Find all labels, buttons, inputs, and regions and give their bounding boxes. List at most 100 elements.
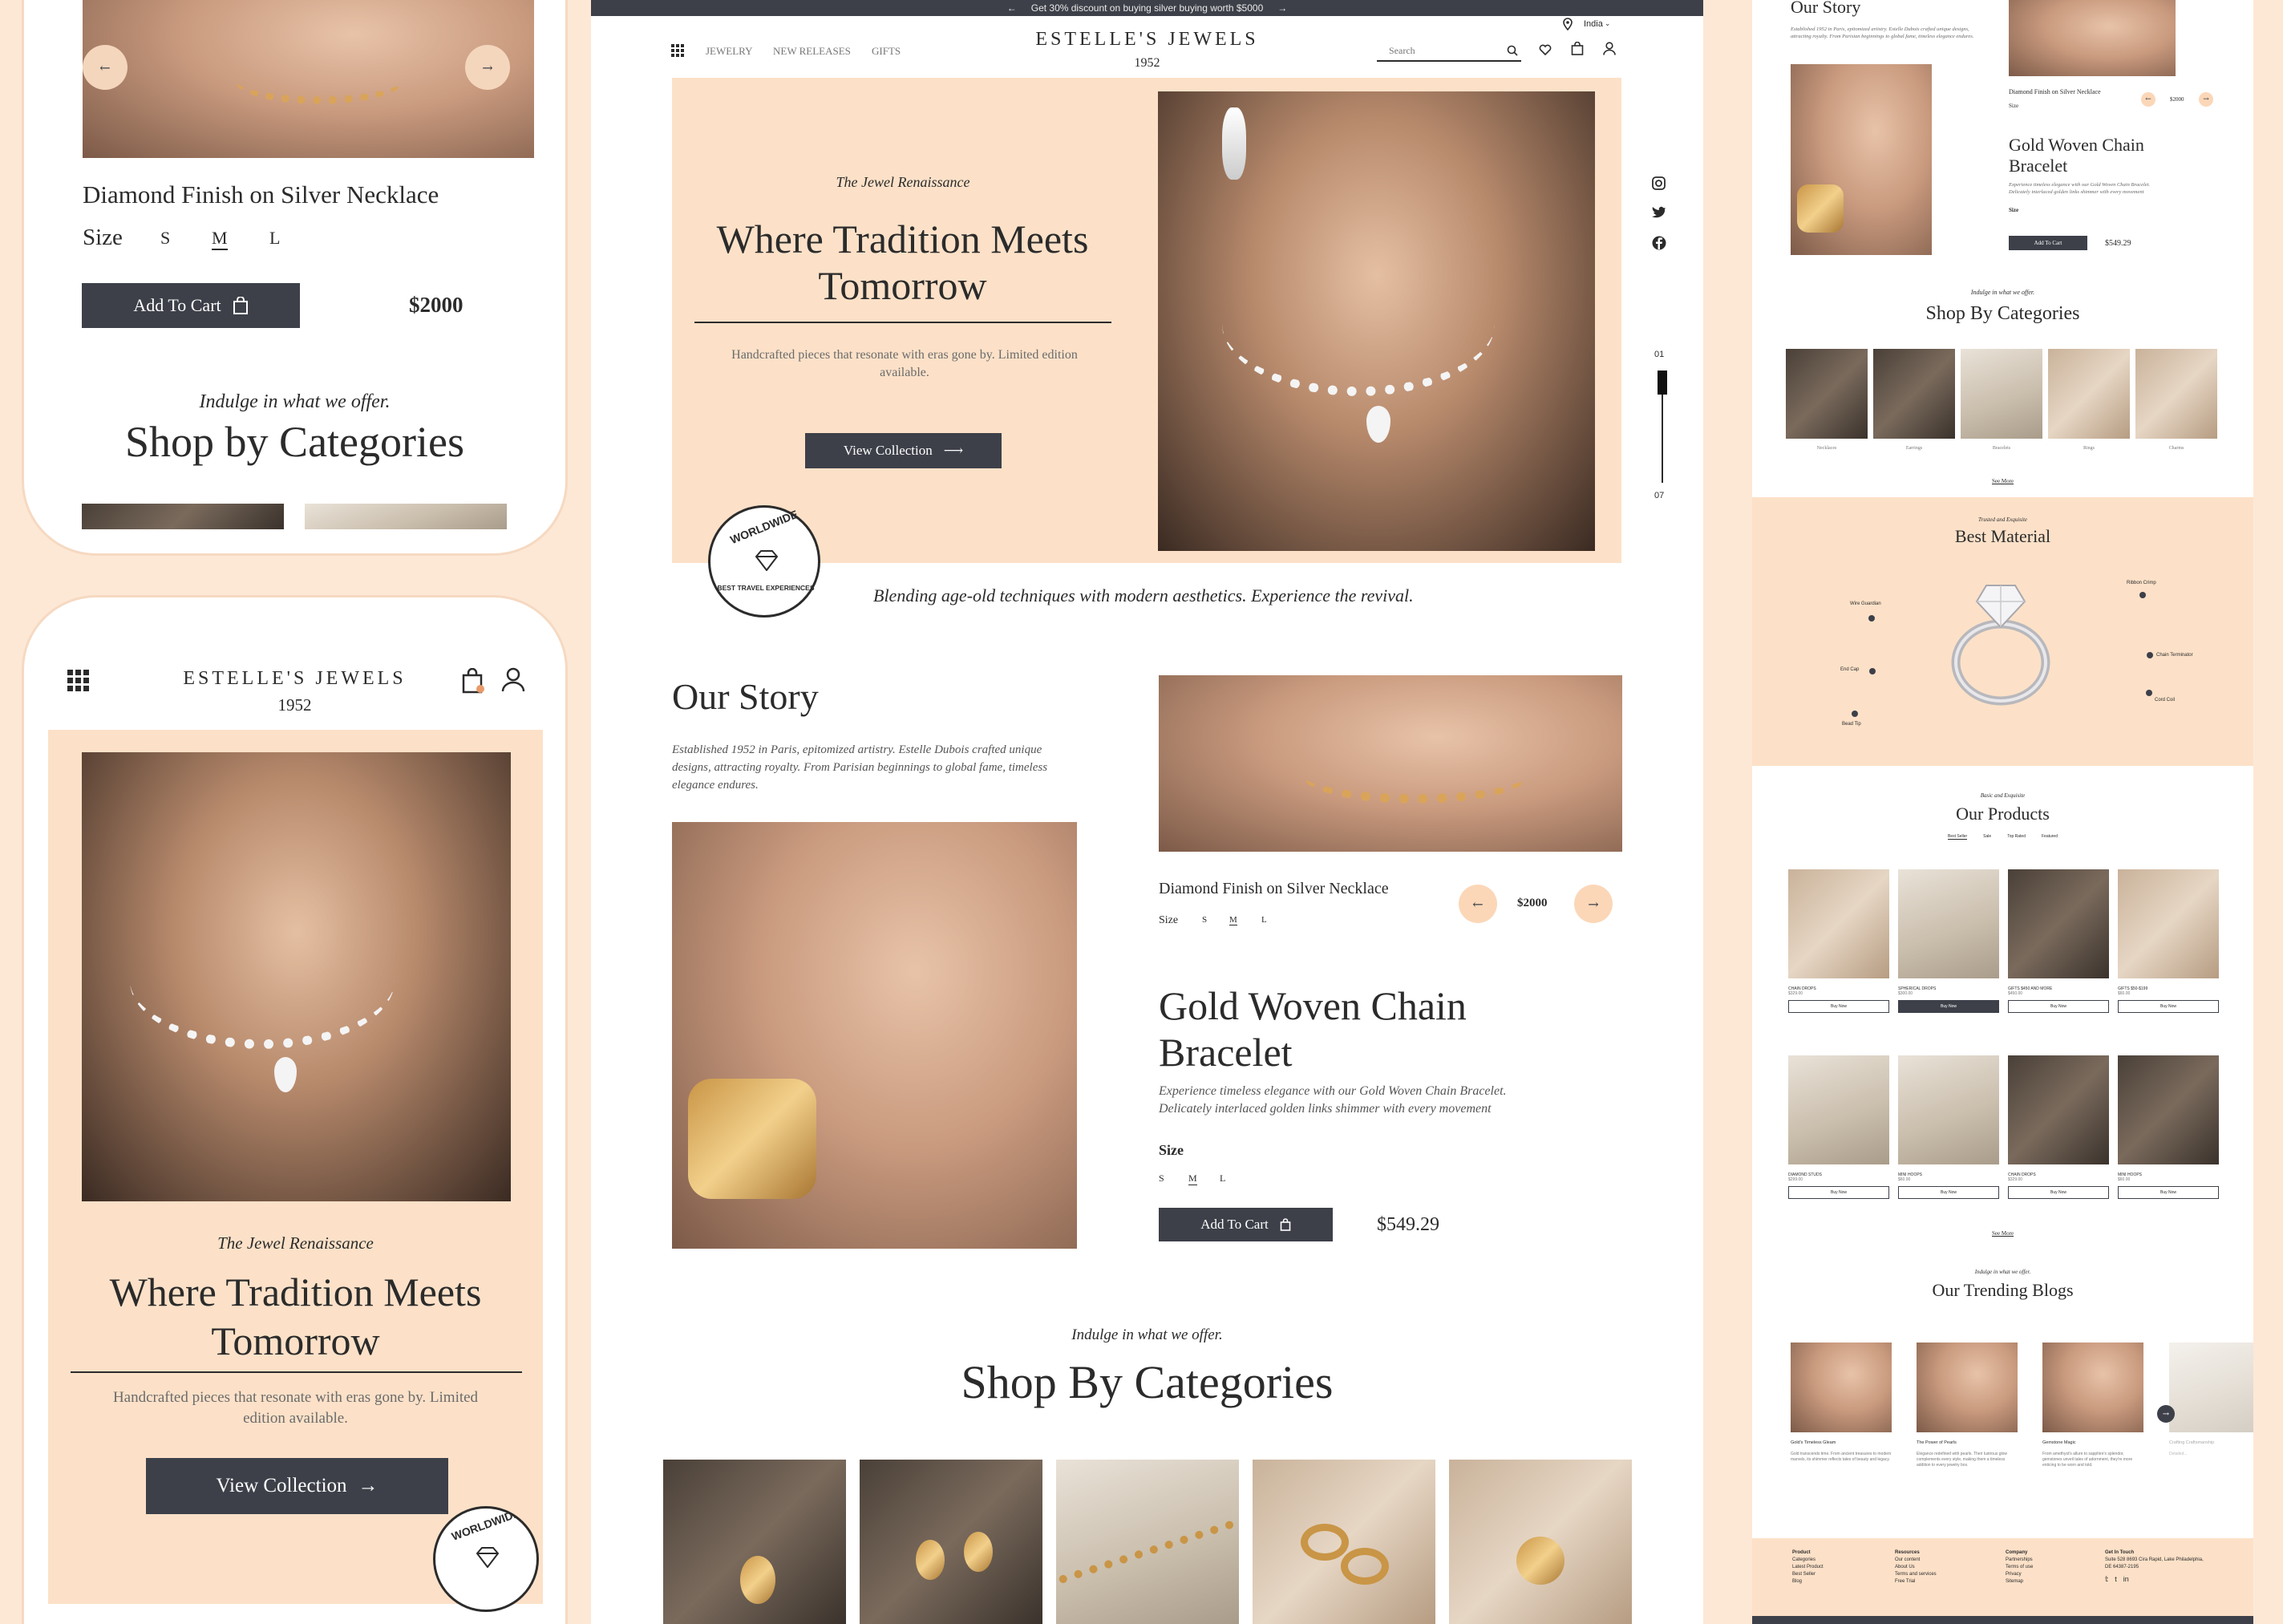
announcement-next-icon[interactable]: →	[1277, 2, 1287, 14]
product-size-l[interactable]: L	[1220, 1172, 1225, 1185]
mini-add-to-cart[interactable]: Add To Cart	[2009, 236, 2087, 250]
twitter-icon[interactable]	[1652, 206, 1666, 218]
nav-gifts[interactable]: GIFTS	[872, 45, 901, 58]
products-see-more[interactable]: See More	[1752, 1230, 2253, 1237]
slide-progress-thumb[interactable]	[1658, 371, 1667, 395]
footer-link[interactable]: Blog	[1792, 1578, 1824, 1586]
blog-image-3[interactable]	[2042, 1343, 2143, 1432]
category-rings[interactable]	[1253, 1460, 1435, 1624]
category-necklaces[interactable]	[663, 1460, 846, 1624]
desktop-cart-icon[interactable]	[1571, 42, 1584, 55]
hero-image	[1158, 91, 1595, 551]
hero-necklace-detail	[1222, 252, 1495, 396]
category-bracelets[interactable]	[1056, 1460, 1239, 1624]
blog-image-4[interactable]	[2169, 1343, 2253, 1432]
footer-twitter-icon[interactable]: 𝕥	[2105, 1576, 2108, 1583]
mini-cat-3[interactable]	[1961, 349, 2042, 439]
footer-link[interactable]: Partnerships	[2006, 1557, 2033, 1564]
product-description: Experience timeless elegance with our Go…	[1159, 1084, 1507, 1116]
mini-cat-see-more[interactable]: See More	[1752, 478, 2253, 484]
product-card-3[interactable]: GIFTS $450 AND MORE $450.00 Buy Now	[2008, 869, 2109, 1013]
mini-cat-2[interactable]	[1873, 349, 1955, 439]
product-add-to-cart-button[interactable]: Add To Cart	[1159, 1208, 1333, 1241]
tab-best-seller[interactable]: Best Seller	[1947, 834, 1968, 840]
category-charms[interactable]	[1449, 1460, 1632, 1624]
product-card-4[interactable]: GIFTS $50-$199 $60.00 Buy Now	[2118, 869, 2219, 1013]
footer-link[interactable]: Our content	[1895, 1557, 1937, 1564]
nav-jewelry[interactable]: JEWELRY	[706, 45, 753, 58]
product-card-2[interactable]: SPHERICAL DROPS $300.00 Buy Now	[1898, 869, 1999, 1013]
mini-prev-button[interactable]: ←	[2141, 92, 2155, 107]
buy-now-button-3[interactable]: Buy Now	[2008, 1000, 2109, 1013]
tab-sale[interactable]: Sale	[1983, 834, 1991, 840]
product-image-7	[2008, 1055, 2109, 1164]
mini-cat-label-2: Earrings	[1905, 446, 1923, 451]
mobile-size-m[interactable]: M	[212, 228, 228, 250]
mini-cat-4[interactable]	[2048, 349, 2130, 439]
user-icon[interactable]	[501, 666, 525, 692]
footer-link[interactable]: Categories	[1792, 1557, 1824, 1564]
footer-link[interactable]: About Us	[1895, 1564, 1937, 1571]
mobile-view-collection-button[interactable]: View Collection →	[146, 1458, 448, 1514]
footer-link[interactable]: Sitemap	[2006, 1578, 2033, 1586]
footer-link[interactable]: Best Seller	[1792, 1571, 1824, 1578]
footer-link[interactable]: Free Trial	[1895, 1578, 1937, 1586]
product-size-s[interactable]: S	[1159, 1172, 1164, 1185]
add-to-cart-button[interactable]: Add To Cart	[82, 283, 300, 328]
view-collection-button[interactable]: View Collection ⟶	[805, 433, 1002, 468]
product-card-1[interactable]: CHAIN DROPS $329.00 Buy Now	[1788, 869, 1889, 1013]
product-card-7[interactable]: CHAIN DROPS $329.00 Buy Now	[2008, 1055, 2109, 1199]
search-icon[interactable]	[1507, 45, 1518, 56]
footer-linkedin-icon[interactable]: in	[2123, 1576, 2129, 1583]
desktop-user-icon[interactable]	[1603, 42, 1616, 55]
mobile-size-s[interactable]: S	[160, 228, 170, 249]
search-bar[interactable]	[1377, 42, 1521, 62]
category-earrings[interactable]	[860, 1460, 1042, 1624]
product-card-6[interactable]: MINI HOOPS $60.00 Buy Now	[1898, 1055, 1999, 1199]
region-selector[interactable]: India ⌄	[1563, 18, 1610, 30]
mini-cat-1[interactable]	[1786, 349, 1868, 439]
category-thumb-2[interactable]	[305, 504, 507, 529]
tab-featured[interactable]: Featured	[2042, 834, 2058, 840]
brand-name[interactable]: ESTELLE'S JEWELS	[1008, 29, 1286, 51]
instagram-icon[interactable]	[1652, 176, 1666, 190]
wishlist-heart-icon[interactable]	[1539, 43, 1552, 55]
nav-new-releases[interactable]: NEW RELEASES	[773, 45, 851, 58]
featured-size-l[interactable]: L	[1261, 915, 1267, 925]
cart-icon[interactable]	[461, 668, 485, 694]
product-size-m[interactable]: M	[1188, 1172, 1197, 1185]
footer-link[interactable]: Privacy	[2006, 1571, 2033, 1578]
tab-top-rated[interactable]: Top Rated	[2007, 834, 2026, 840]
mobile-size-l[interactable]: L	[269, 228, 280, 249]
buy-now-button-1[interactable]: Buy Now	[1788, 1000, 1889, 1013]
mini-cat-5[interactable]	[2135, 349, 2217, 439]
buy-now-button-6[interactable]: Buy Now	[1898, 1186, 1999, 1199]
buy-now-button-5[interactable]: Buy Now	[1788, 1186, 1889, 1199]
featured-size-s[interactable]: S	[1202, 915, 1207, 925]
footer-link[interactable]: Terms and services	[1895, 1571, 1937, 1578]
footer-link[interactable]: Terms of use	[2006, 1564, 2033, 1571]
desktop-grid-menu-icon[interactable]	[671, 44, 684, 57]
featured-size-m[interactable]: M	[1229, 915, 1237, 925]
featured-prev-button[interactable]: ←	[1459, 885, 1497, 923]
category-thumb-1[interactable]	[82, 504, 284, 529]
footer-text-icon[interactable]: t	[2115, 1576, 2117, 1583]
facebook-icon[interactable]	[1652, 236, 1666, 250]
carousel-prev-button[interactable]: ←	[83, 45, 128, 90]
search-input[interactable]	[1377, 45, 1489, 57]
carousel-next-button[interactable]: →	[465, 45, 510, 90]
blogs-next-button[interactable]: →	[2157, 1405, 2175, 1423]
mini-next-button[interactable]: →	[2199, 92, 2213, 107]
product-price-1: $329.00	[1788, 991, 1803, 996]
featured-next-button[interactable]: →	[1574, 885, 1613, 923]
blog-image-1[interactable]	[1791, 1343, 1892, 1432]
footer-link[interactable]: Latest Product	[1792, 1564, 1824, 1571]
buy-now-button-8[interactable]: Buy Now	[2118, 1186, 2219, 1199]
announcement-prev-icon[interactable]: ←	[1007, 2, 1017, 14]
blog-image-2[interactable]	[1917, 1343, 2018, 1432]
buy-now-button-4[interactable]: Buy Now	[2118, 1000, 2219, 1013]
buy-now-button-7[interactable]: Buy Now	[2008, 1186, 2109, 1199]
product-card-5[interactable]: DIAMOND STUDS $299.00 Buy Now	[1788, 1055, 1889, 1199]
product-card-8[interactable]: MINI HOOPS $60.00 Buy Now	[2118, 1055, 2219, 1199]
buy-now-button-2[interactable]: Buy Now	[1898, 1000, 1999, 1013]
